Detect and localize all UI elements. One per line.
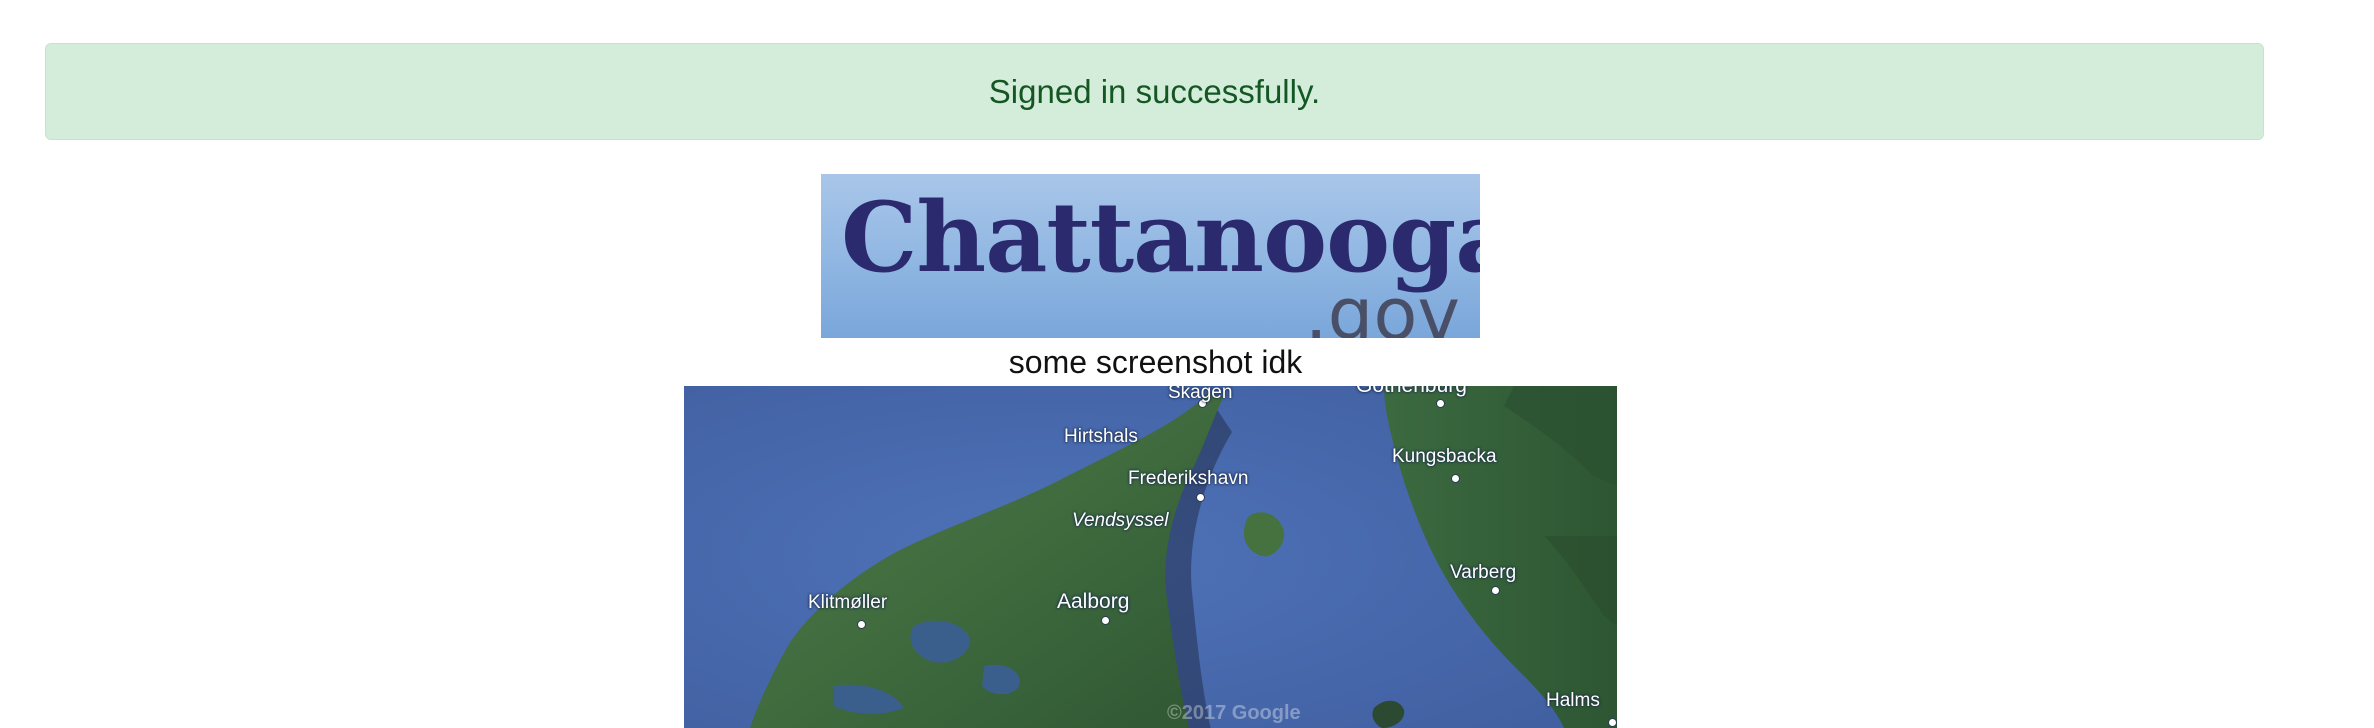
- varberg-marker: [1491, 586, 1500, 595]
- map-screenshot: Skagen Gothenburg Hirtshals Kungsbacka F…: [684, 386, 1617, 728]
- gothenburg-marker: [1436, 399, 1445, 408]
- map-label-kungsbacka: Kungsbacka: [1392, 446, 1497, 467]
- halmstad-marker: [1608, 718, 1617, 727]
- success-alert: Signed in successfully.: [45, 43, 2264, 140]
- aalborg-marker: [1101, 616, 1110, 625]
- map-label-klitmoller: Klitmøller: [808, 592, 888, 613]
- frederikshavn-marker: [1196, 493, 1205, 502]
- map-label-varberg: Varberg: [1450, 562, 1517, 583]
- map-label-hirtshals: Hirtshals: [1064, 426, 1138, 447]
- klitmoller-marker: [857, 620, 866, 629]
- kungsbacka-marker: [1451, 474, 1460, 483]
- map-watermark: ©2017 Google: [1167, 702, 1301, 724]
- map-label-aalborg: Aalborg: [1057, 590, 1130, 613]
- image-caption: some screenshot idk: [1008, 344, 1303, 380]
- map-label-skagen: Skagen: [1168, 386, 1233, 403]
- logo-sub-text: .gov: [1304, 272, 1460, 338]
- map-label-halmstad: Halms: [1546, 690, 1600, 711]
- map-background: [684, 386, 1617, 728]
- map-label-vendsyssel: Vendsyssel: [1072, 510, 1169, 531]
- chattanooga-logo: Chattanooga .gov: [821, 174, 1480, 338]
- map-label-frederikshavn: Frederikshavn: [1128, 468, 1249, 489]
- alert-message: Signed in successfully.: [988, 72, 1321, 110]
- map-label-gothenburg: Gothenburg: [1356, 386, 1467, 398]
